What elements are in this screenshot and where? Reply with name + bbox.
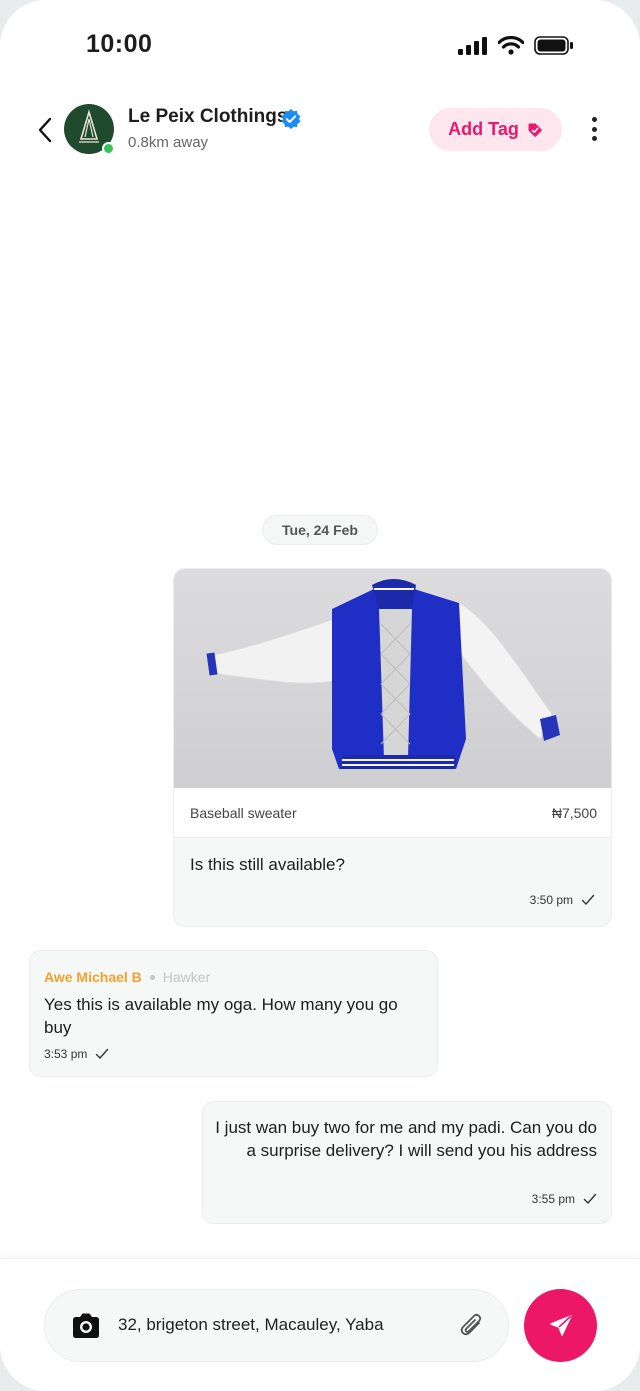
product-price: ₦7,500 bbox=[551, 804, 597, 821]
wifi-icon bbox=[498, 36, 524, 55]
chat-screen: 10:00 Le Peix Clothings 0.8km away Add T… bbox=[0, 0, 640, 1391]
message-time: 3:50 pm bbox=[529, 893, 573, 907]
send-button[interactable] bbox=[524, 1289, 597, 1362]
message-meta: 3:50 pm bbox=[530, 893, 595, 907]
message-text: I just wan buy two for me and my padi. C… bbox=[215, 1118, 597, 1160]
camera-icon[interactable] bbox=[70, 1312, 102, 1340]
outgoing-message[interactable]: I just wan buy two for me and my padi. C… bbox=[202, 1101, 612, 1224]
signal-icon bbox=[458, 36, 487, 55]
more-options-button[interactable] bbox=[584, 114, 604, 144]
check-icon bbox=[96, 1048, 109, 1060]
tag-icon bbox=[528, 123, 542, 137]
more-vertical-icon bbox=[591, 117, 597, 122]
message-text: Yes this is available my oga. How many y… bbox=[44, 995, 398, 1037]
status-icons bbox=[458, 36, 574, 55]
incoming-message[interactable]: Awe Michael B Hawker Yes this is availab… bbox=[29, 950, 438, 1077]
message-input[interactable] bbox=[118, 1308, 448, 1342]
sender-info: Awe Michael B Hawker bbox=[44, 969, 210, 985]
add-tag-label: Add Tag bbox=[448, 119, 519, 139]
shop-logo-icon bbox=[79, 109, 99, 143]
distance-label: 0.8km away bbox=[128, 134, 209, 151]
send-icon bbox=[549, 1314, 572, 1336]
shop-name[interactable]: Le Peix Clothings bbox=[128, 106, 287, 128]
date-separator: Tue, 24 Feb bbox=[262, 515, 378, 545]
message-meta: 3:55 pm bbox=[532, 1192, 597, 1206]
message-text: Is this still available? bbox=[190, 855, 345, 874]
back-icon[interactable] bbox=[34, 116, 58, 144]
sender-name: Awe Michael B bbox=[44, 969, 142, 985]
product-name: Baseball sweater bbox=[190, 804, 297, 821]
varsity-jacket-image[interactable] bbox=[174, 569, 611, 788]
message-time: 3:53 pm bbox=[44, 1047, 88, 1061]
battery-icon bbox=[534, 36, 573, 55]
add-tag-button[interactable]: Add Tag bbox=[429, 108, 562, 151]
status-time: 10:00 bbox=[86, 30, 153, 58]
jacket-illustration bbox=[206, 579, 560, 769]
online-indicator bbox=[102, 142, 115, 155]
message-meta: 3:53 pm bbox=[44, 1047, 109, 1061]
check-icon bbox=[583, 1193, 597, 1205]
check-icon bbox=[581, 894, 595, 906]
message-time: 3:55 pm bbox=[531, 1192, 575, 1206]
verified-badge-icon bbox=[281, 109, 301, 129]
product-info-row[interactable]: Baseball sweater ₦7,500 bbox=[174, 788, 611, 838]
separator-dot bbox=[149, 974, 155, 980]
sender-role: Hawker bbox=[162, 969, 211, 985]
paperclip-icon[interactable] bbox=[458, 1311, 486, 1341]
outgoing-product-message[interactable]: Baseball sweater ₦7,500 Is this still av… bbox=[173, 568, 612, 927]
